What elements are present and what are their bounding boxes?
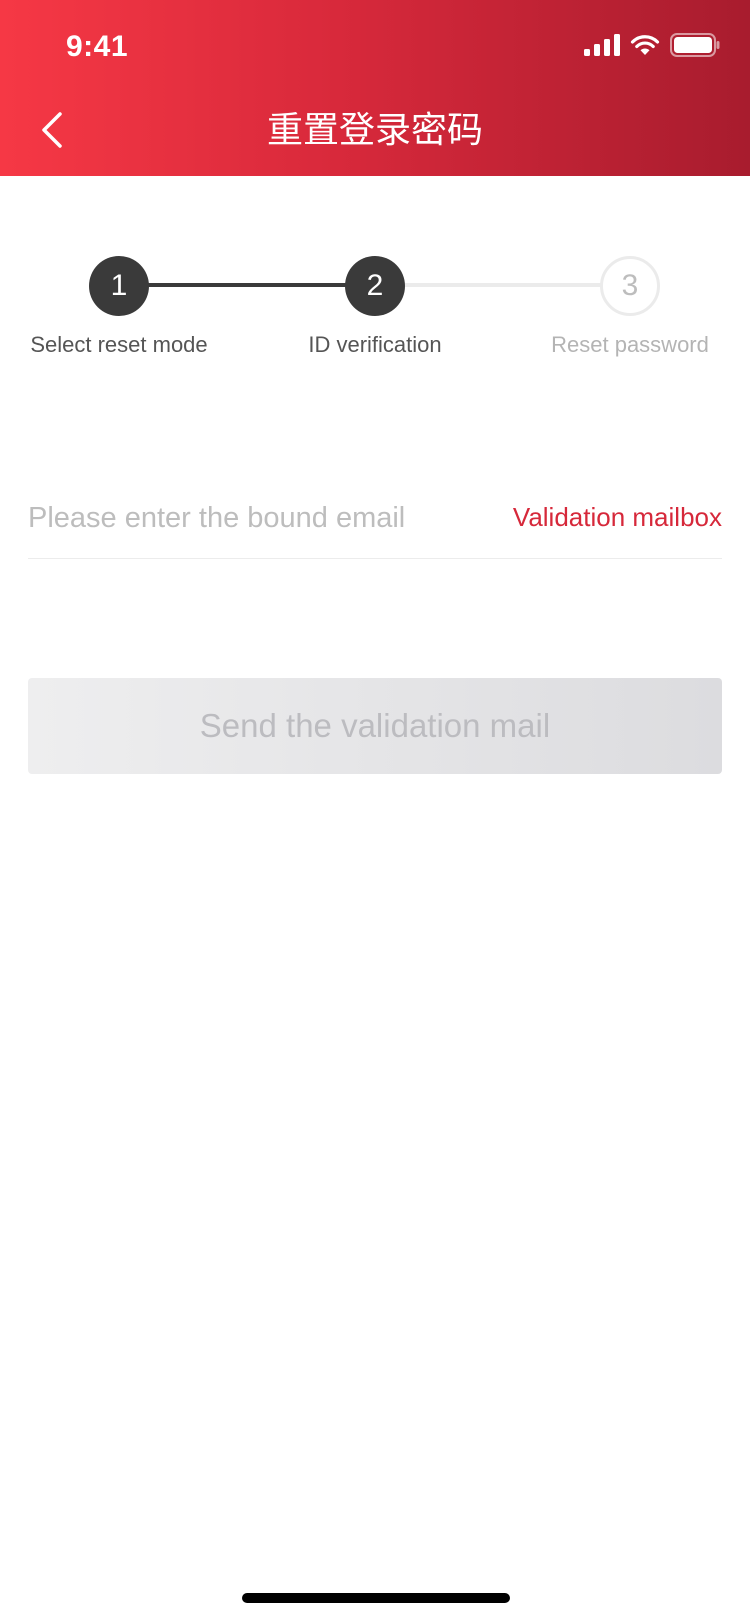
step-3-indicator: 3 [600,256,660,316]
step-connector-completed [148,283,348,287]
progress-stepper: 1 2 3 Select reset mode ID verification … [0,252,750,372]
home-indicator [242,1593,510,1603]
step-1-indicator: 1 [89,256,149,316]
validation-mailbox-link[interactable]: Validation mailbox [513,502,722,533]
status-time: 9:41 [66,30,129,63]
step-connector-pending [405,283,601,287]
wifi-icon [630,35,660,55]
send-validation-mail-button[interactable]: Send the validation mail [28,678,722,774]
cellular-signal-icon [584,34,620,56]
step-2-label: ID verification [308,332,442,357]
step-2-indicator: 2 [345,256,405,316]
email-input[interactable] [28,488,468,548]
battery-icon [670,33,720,57]
step-3-label: Reset password [551,332,709,357]
page-title: 重置登录密码 [266,109,483,150]
email-row: Validation mailbox [28,488,722,559]
step-1-label: Select reset mode [30,332,208,357]
nav-bar: 9:41 重置登录密码 [0,0,750,176]
status-icons [584,33,720,57]
